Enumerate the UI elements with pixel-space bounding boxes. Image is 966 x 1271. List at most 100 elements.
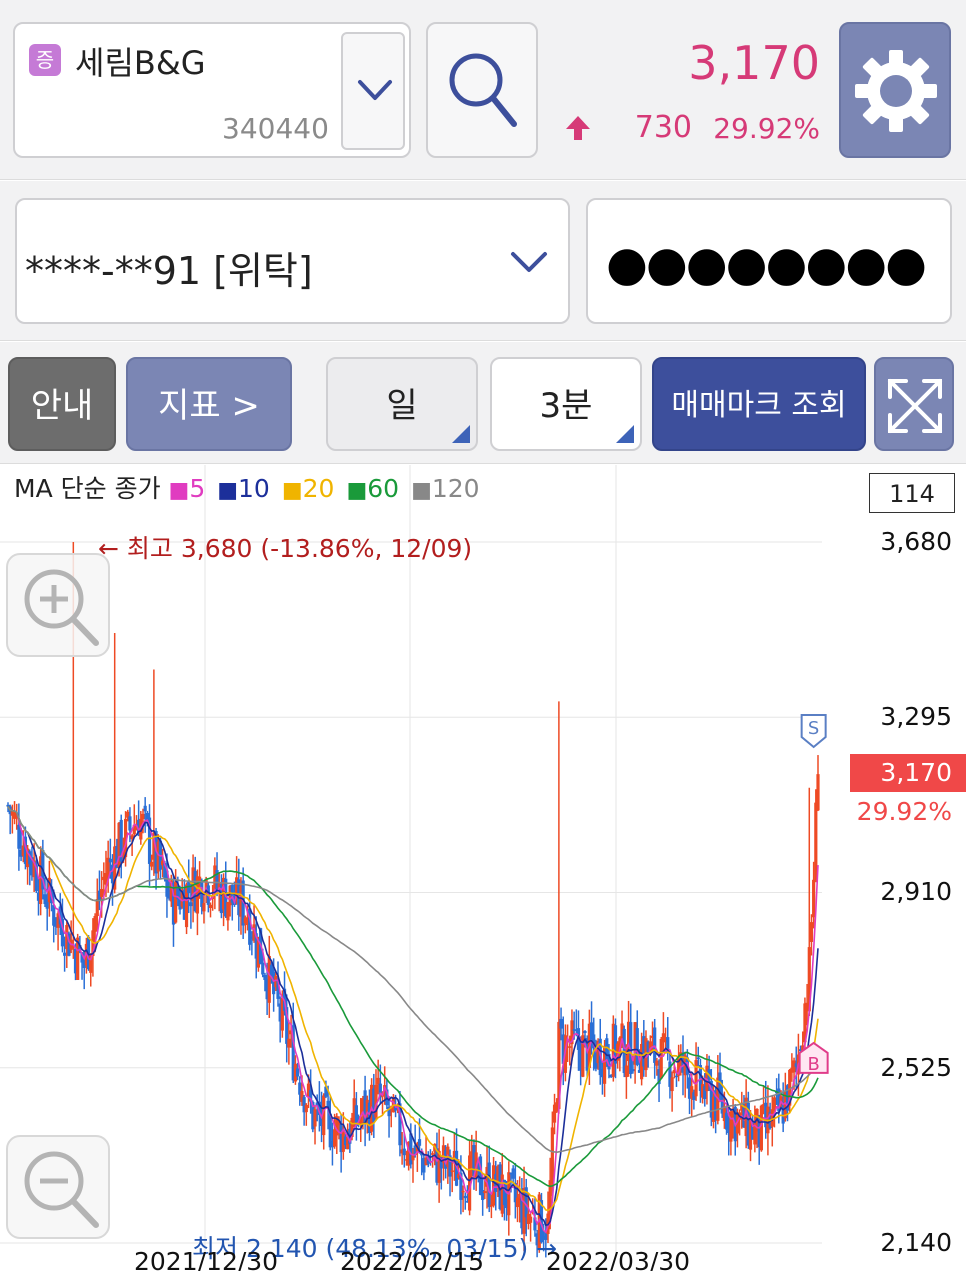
y-tick-label: 3,680: [880, 527, 952, 556]
candle-body: [461, 1190, 465, 1193]
period-label: 일: [386, 386, 418, 426]
candle-body: [511, 1168, 515, 1179]
current-price: 3,170: [688, 36, 820, 90]
account-selector[interactable]: ****-**91 [위탁]: [15, 198, 570, 324]
candle-body: [93, 915, 97, 932]
chevron-down-icon: [511, 252, 547, 272]
legend-ma-label: 5: [189, 474, 206, 503]
legend-swatch: ■: [411, 478, 432, 503]
candle-body: [63, 952, 67, 956]
price-change-rate: 29.92%: [713, 112, 820, 145]
chart-toolbar: 안내 지표 > 일 3분 매매마크 조회: [0, 342, 966, 464]
legend-swatch: ■: [217, 478, 239, 503]
candle-body: [128, 816, 132, 831]
period-select[interactable]: 일: [326, 357, 478, 451]
candle-body: [143, 805, 147, 812]
legend-ma-label: 20: [302, 474, 335, 503]
candle-body: [816, 774, 820, 811]
candle-body: [295, 1068, 300, 1077]
interval-select[interactable]: 3분: [490, 357, 642, 451]
trade-mark-button[interactable]: 매매마크 조회: [652, 357, 866, 451]
legend-swatch: ■: [168, 478, 190, 503]
candle-body: [202, 903, 206, 912]
candle-body: [631, 1069, 635, 1072]
candle-body: [759, 1105, 763, 1151]
candle-body: [189, 902, 193, 907]
candle-body: [624, 1065, 628, 1078]
stock-name: 세림B&G: [75, 44, 206, 82]
y-tick-label: 3,295: [880, 702, 952, 731]
y-tick-label: 2,910: [880, 877, 952, 906]
interval-label: 3분: [539, 386, 593, 426]
candle-body: [814, 802, 818, 881]
candle-body: [313, 1109, 317, 1127]
candle-body: [267, 955, 271, 1003]
candle-body: [670, 1077, 674, 1092]
zoom-out-button[interactable]: [6, 1135, 110, 1239]
candle-body: [568, 1046, 572, 1048]
candle-body: [208, 904, 213, 909]
legend-ma-label: 10: [238, 474, 270, 503]
dropdown-corner-icon: [616, 425, 634, 443]
stock-selector[interactable]: 증 세림B&G 340440: [13, 22, 411, 158]
candle-body: [402, 1148, 406, 1156]
password-field[interactable]: ●●●●●●●●: [586, 198, 952, 324]
candle-body: [550, 1127, 554, 1184]
candle-body: [417, 1139, 422, 1146]
volume-box: 114: [869, 473, 955, 513]
password-mask: ●●●●●●●●: [606, 236, 927, 292]
dropdown-corner-icon: [452, 425, 470, 443]
y-tick-label: 2,525: [880, 1053, 952, 1082]
expand-icon: [888, 379, 942, 433]
buy-marker-label: B: [807, 1054, 819, 1075]
candle-body: [287, 1038, 291, 1048]
candle-body: [261, 962, 265, 975]
candle-body: [653, 1027, 657, 1063]
guide-button[interactable]: 안내: [8, 357, 116, 451]
search-icon: [449, 53, 517, 127]
current-rate-tag: 29.92%: [856, 797, 952, 826]
settings-button[interactable]: [839, 22, 951, 158]
x-tick-label: 2021/12/30: [134, 1247, 279, 1271]
candle-body: [812, 879, 816, 918]
candle-body: [674, 1075, 679, 1078]
legend-title: MA 단순 종가: [14, 474, 161, 503]
candle-body: [696, 1057, 700, 1059]
candle-body: [450, 1170, 454, 1172]
stock-dropdown-button[interactable]: [341, 32, 405, 150]
candle-body: [809, 922, 814, 942]
candle-body: [108, 858, 112, 863]
candle-body: [150, 861, 154, 867]
zoom-in-button[interactable]: [6, 553, 110, 657]
candle-body: [430, 1153, 435, 1155]
candle-body: [304, 1104, 308, 1113]
account-number: ****-**91 [위탁]: [25, 249, 313, 293]
price-change: 730: [634, 110, 692, 145]
legend-swatch: ■: [281, 478, 303, 503]
price-chart[interactable]: SB MA 단순 종가 ■5 ■10 ■20 ■60 ■120 114 ← 최고…: [0, 465, 966, 1271]
indicator-button[interactable]: 지표 >: [126, 357, 292, 451]
stock-code: 340440: [222, 112, 329, 145]
app-root: 증 세림B&G 340440 3,170 730 29.92% ****-**9…: [0, 0, 966, 1271]
ma-legend: MA 단순 종가 ■5 ■10 ■20 ■60 ■120: [14, 469, 492, 505]
fullscreen-button[interactable]: [874, 357, 954, 451]
candle-body: [583, 1030, 587, 1033]
stock-market-badge: 증: [29, 44, 61, 76]
zoom-out-icon: [24, 1151, 99, 1228]
zoom-in-icon: [24, 569, 99, 646]
candle-body: [483, 1191, 487, 1194]
candle-body: [528, 1216, 533, 1223]
x-tick-label: 2022/03/30: [546, 1247, 691, 1271]
legend-swatch: ■: [346, 478, 368, 503]
chevron-down-icon: [358, 80, 392, 100]
legend-ma-label: 60: [367, 474, 400, 503]
current-price-tag: 3,170: [850, 754, 966, 792]
candle-body: [95, 899, 99, 917]
candle-body: [17, 824, 21, 849]
candle-body: [6, 804, 10, 807]
gear-icon: [855, 50, 937, 132]
candlestick-chart: SB: [0, 465, 829, 1258]
candle-body: [463, 1195, 467, 1199]
search-button[interactable]: [426, 22, 538, 158]
candle-body: [659, 1038, 663, 1079]
